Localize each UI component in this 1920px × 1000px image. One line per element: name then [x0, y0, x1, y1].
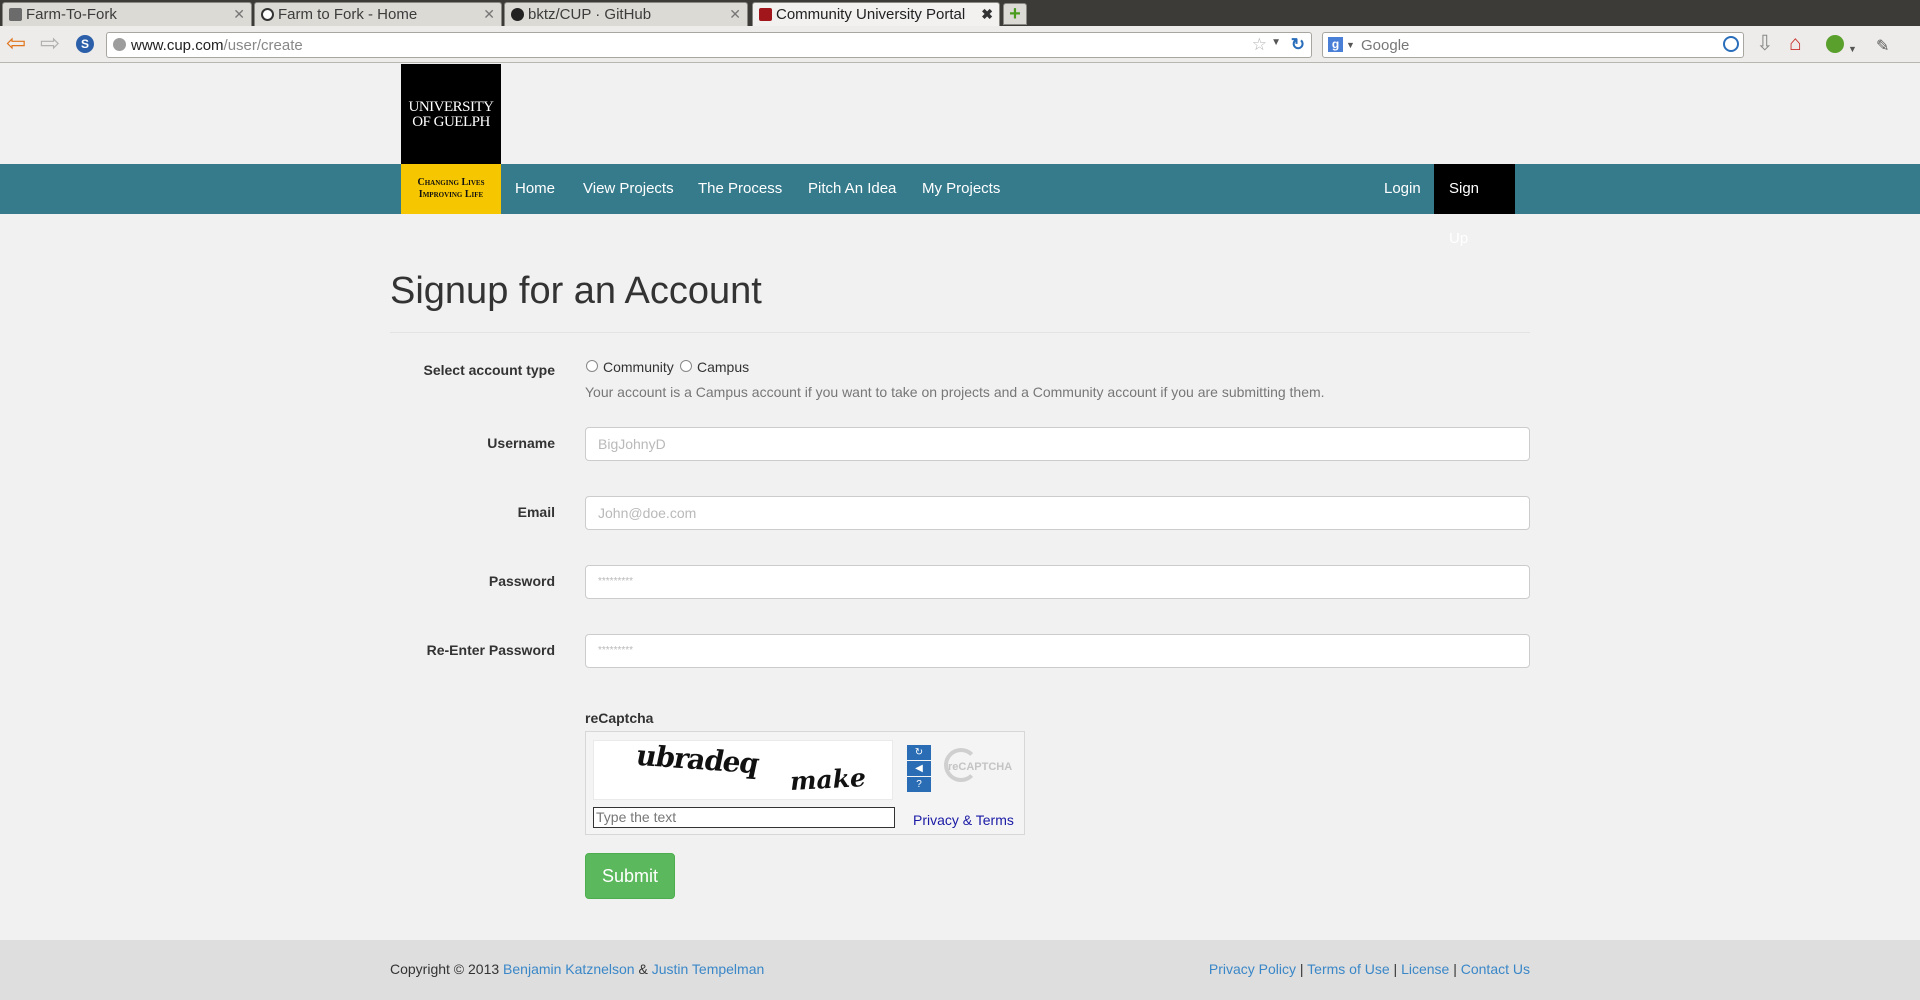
forward-arrow-icon[interactable]: ⇨ — [40, 32, 60, 56]
reenter-password-label: Re-Enter Password — [426, 642, 555, 658]
logo-line-2: of Guelph — [412, 113, 490, 130]
copyright-text: Copyright © 2013 — [390, 961, 500, 977]
terms-of-use-link[interactable]: Terms of Use — [1307, 961, 1389, 977]
browser-tab-bar: Farm-To-Fork ✕ Farm to Fork - Home ✕ bkt… — [0, 0, 1920, 26]
page-icon — [9, 8, 22, 21]
extension-icon[interactable]: ✎ — [1876, 36, 1889, 58]
university-logo[interactable]: University of Guelph Changing Lives Impr… — [401, 64, 501, 214]
nav-the-process[interactable]: The Process — [683, 164, 797, 214]
author-link-2[interactable]: Justin Tempelman — [652, 961, 765, 977]
logo-line-1: University — [408, 98, 495, 115]
ampersand: & — [638, 961, 648, 977]
search-placeholder: Google — [1361, 36, 1410, 54]
back-arrow-icon[interactable]: ⇦ — [6, 32, 26, 56]
nav-view-projects[interactable]: View Projects — [568, 164, 689, 214]
url-bar[interactable]: www.cup.com/user/create ☆ ▼ ↻ — [106, 32, 1312, 58]
account-type-help: Your account is a Campus account if you … — [585, 384, 1325, 400]
separator: | — [1393, 961, 1398, 977]
divider — [390, 332, 1530, 333]
recaptcha-label: reCaptcha — [585, 710, 654, 726]
globe-icon — [113, 38, 126, 51]
radio-community-label[interactable]: Community — [603, 359, 674, 375]
nav-login[interactable]: Login — [1369, 164, 1436, 214]
recaptcha-logo: reCAPTCHA — [944, 748, 1016, 788]
logo-tagline-1: Changing Lives — [417, 177, 485, 188]
captcha-image: ubradeq make — [593, 738, 893, 800]
addon-w-icon[interactable] — [1826, 35, 1844, 53]
captcha-privacy-link[interactable]: Privacy & Terms — [913, 812, 1014, 828]
refresh-icon[interactable]: ↻ — [907, 745, 931, 760]
recaptcha-widget: ubradeq make Type the text ↻ ◀ ? reCAPTC… — [585, 731, 1025, 835]
page-title: Signup for an Account — [390, 270, 762, 312]
main-navigation: Home View Projects The Process Pitch An … — [0, 164, 1920, 247]
chevron-down-icon[interactable]: ▼ — [1346, 40, 1355, 50]
account-type-label: Select account type — [423, 362, 556, 378]
close-icon[interactable]: ✖ — [981, 6, 993, 23]
captcha-word-2: make — [789, 763, 867, 796]
github-icon — [511, 8, 524, 21]
footer-copyright: Copyright © 2013 Benjamin Katznelson & J… — [390, 961, 764, 977]
logo-wordmark: University of Guelph — [401, 64, 501, 164]
license-link[interactable]: License — [1401, 961, 1449, 977]
browser-tab-community-portal[interactable]: Community University Portal ✖ — [752, 2, 1000, 26]
close-icon[interactable]: ✕ — [483, 6, 495, 23]
url-path: /user/create — [223, 36, 303, 54]
captcha-word-1: ubradeq — [633, 738, 762, 781]
reload-icon[interactable]: ↻ — [1291, 35, 1305, 55]
logo-tagline-2: Improving Life — [418, 189, 484, 200]
home-icon[interactable]: ⌂ — [1789, 33, 1802, 55]
contact-us-link[interactable]: Contact Us — [1461, 961, 1530, 977]
author-link-1[interactable]: Benjamin Katznelson — [503, 961, 635, 977]
help-icon[interactable]: ? — [907, 777, 931, 792]
tab-label: bktz/CUP · GitHub — [528, 6, 652, 23]
radio-campus[interactable] — [680, 360, 692, 372]
email-label: Email — [517, 504, 555, 520]
close-icon[interactable]: ✕ — [729, 6, 741, 23]
nav-pitch-an-idea[interactable]: Pitch An Idea — [793, 164, 911, 214]
submit-button[interactable]: Submit — [585, 853, 675, 899]
search-icon[interactable] — [1723, 36, 1739, 52]
nav-home[interactable]: Home — [500, 164, 570, 214]
separator: | — [1299, 961, 1304, 977]
username-input[interactable]: BigJohnyD — [585, 427, 1530, 461]
guelph-favicon-icon — [759, 8, 772, 21]
nav-sign-up[interactable]: Sign Up — [1434, 164, 1515, 247]
new-tab-button[interactable]: + — [1003, 3, 1027, 25]
bookmark-star-icon[interactable]: ☆ — [1252, 35, 1267, 55]
privacy-policy-link[interactable]: Privacy Policy — [1209, 961, 1296, 977]
chevron-down-icon[interactable]: ▼ — [1848, 38, 1857, 60]
radio-campus-label[interactable]: Campus — [697, 359, 749, 375]
browser-toolbar: ⇦ ⇨ S www.cup.com/user/create ☆ ▼ ↻ g ▼ … — [0, 26, 1920, 63]
tab-label: Community University Portal — [776, 6, 966, 23]
recaptcha-logo-text: reCAPTCHA — [948, 761, 1013, 773]
password-input[interactable]: ********* — [585, 565, 1530, 599]
browser-tab-farm-to-fork-home[interactable]: Farm to Fork - Home ✕ — [254, 2, 502, 26]
nav-my-projects[interactable]: My Projects — [907, 164, 1015, 214]
username-label: Username — [487, 435, 555, 451]
browser-tab-farm-to-fork[interactable]: Farm-To-Fork ✕ — [2, 2, 252, 26]
addon-s-icon[interactable]: S — [76, 35, 94, 53]
footer-links: Privacy Policy | Terms of Use | License … — [1209, 961, 1530, 977]
captcha-response-input[interactable]: Type the text — [593, 807, 895, 828]
search-bar[interactable]: g ▼ Google — [1322, 32, 1744, 58]
audio-icon[interactable]: ◀ — [907, 761, 931, 776]
google-icon[interactable]: g — [1328, 37, 1343, 52]
tab-label: Farm-To-Fork — [26, 6, 117, 23]
url-host: www.cup.com — [131, 36, 224, 54]
browser-tab-github[interactable]: bktz/CUP · GitHub ✕ — [504, 2, 748, 26]
email-input[interactable]: John@doe.com — [585, 496, 1530, 530]
close-icon[interactable]: ✕ — [233, 6, 245, 23]
github-icon — [261, 8, 274, 21]
download-icon[interactable]: ⇩ — [1756, 33, 1774, 55]
tab-label: Farm to Fork - Home — [278, 6, 418, 23]
separator: | — [1453, 961, 1457, 977]
chevron-down-icon[interactable]: ▼ — [1271, 37, 1281, 48]
radio-community[interactable] — [586, 360, 598, 372]
footer: Copyright © 2013 Benjamin Katznelson & J… — [0, 940, 1920, 1000]
site-header — [0, 64, 1920, 164]
password-label: Password — [488, 573, 555, 589]
reenter-password-input[interactable]: ********* — [585, 634, 1530, 668]
logo-tagline: Changing Lives Improving Life — [401, 164, 501, 214]
